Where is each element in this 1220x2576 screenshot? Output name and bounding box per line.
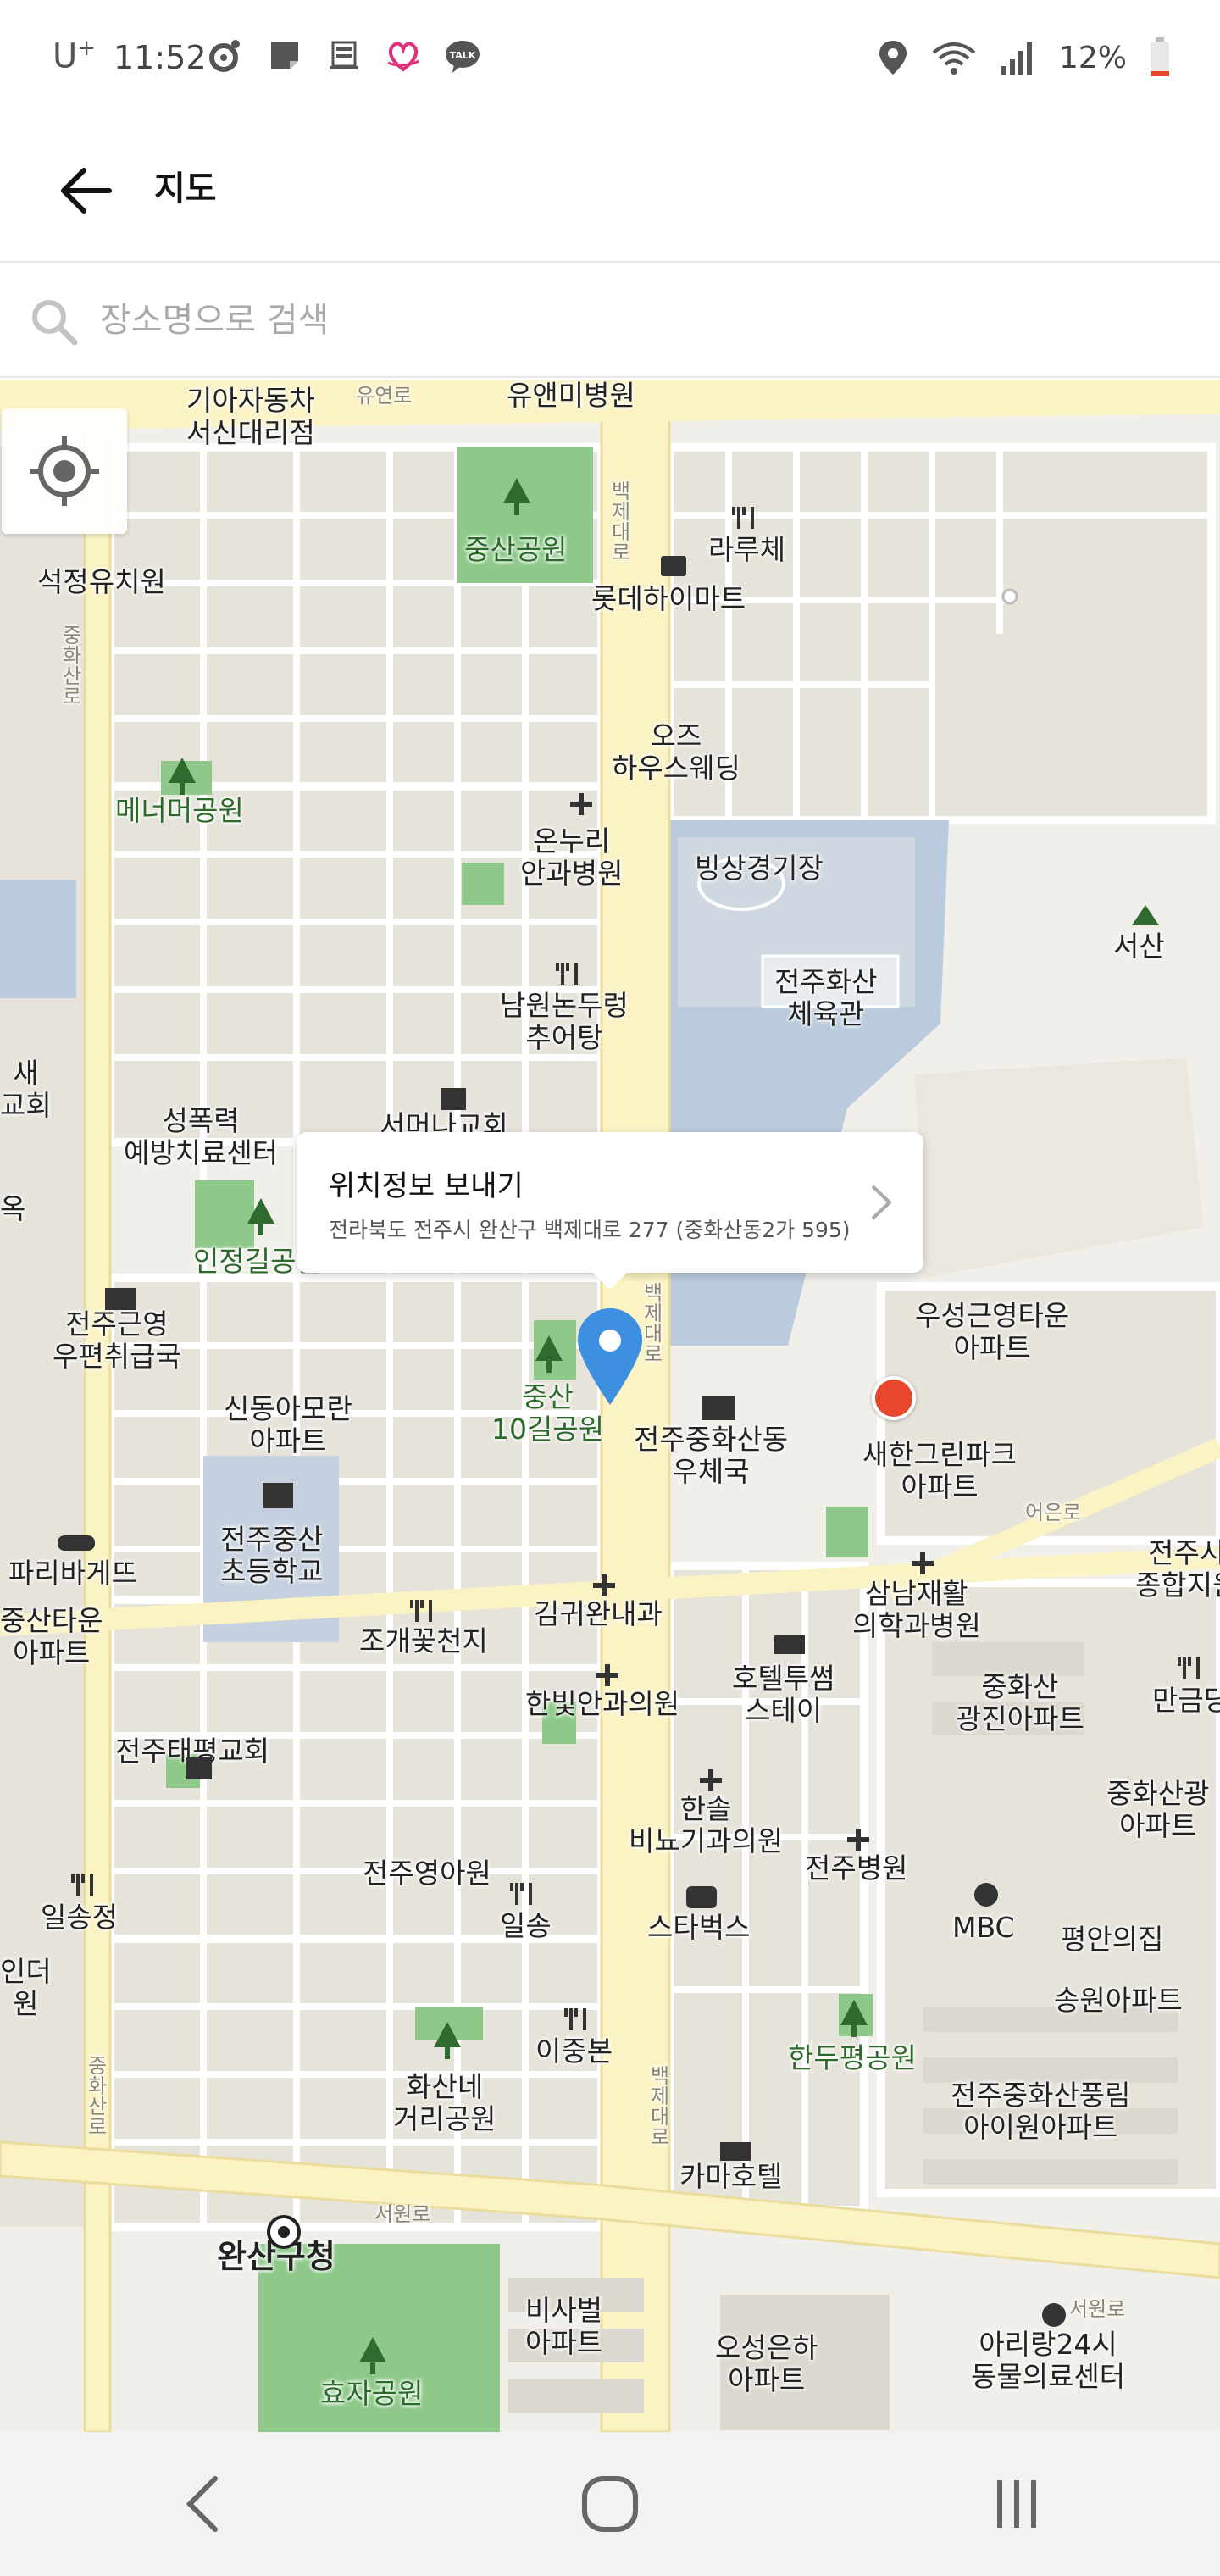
heart-icon — [387, 42, 419, 72]
hospital-icon — [593, 1574, 615, 1596]
church-icon — [441, 1088, 466, 1110]
tree-icon — [535, 1335, 563, 1373]
cafe-icon — [686, 1886, 717, 1908]
status-bar: U+ 11:52 TALK 12% — [0, 0, 1220, 119]
restaurant-icon — [1178, 1657, 1200, 1679]
post-icon — [702, 1396, 735, 1420]
hospital-icon — [596, 1664, 618, 1686]
restaurant-icon — [410, 1600, 432, 1622]
device-icon — [330, 41, 358, 69]
hospital-icon — [847, 1829, 869, 1851]
carrier-label: U+ — [53, 36, 97, 76]
school-icon — [263, 1483, 293, 1508]
tree-icon — [359, 2337, 386, 2374]
tree-icon — [247, 1198, 274, 1235]
pin-dot-icon — [1001, 588, 1018, 605]
system-nav-bar — [0, 2432, 1220, 2576]
wifi-icon — [932, 42, 976, 75]
restaurant-icon — [732, 507, 754, 529]
hospital-icon — [912, 1552, 934, 1574]
svg-text:TALK: TALK — [450, 50, 476, 61]
tree-icon — [840, 2000, 868, 2037]
map-view[interactable]: 기아자동차 서신대리점 유연로 유앤미병원 중산공원 라루체 롯데하이마트 석정… — [0, 380, 1220, 2432]
app-bar: 지도 — [0, 119, 1220, 263]
chevron-left-icon — [186, 2476, 218, 2532]
restaurant-icon — [556, 963, 578, 985]
government-icon — [267, 2215, 301, 2249]
callout-title: 위치정보 보내기 — [329, 1169, 524, 1203]
restaurant-icon — [564, 2008, 586, 2030]
broadcast-icon — [974, 1883, 998, 1907]
note-icon — [271, 42, 298, 69]
church-icon — [186, 1757, 212, 1779]
search-bar — [0, 264, 1220, 378]
battery-percent: 12% — [1058, 40, 1127, 75]
recents-icon — [997, 2480, 1036, 2528]
bakery-icon — [58, 1535, 95, 1551]
mountain-icon — [1132, 905, 1159, 925]
current-location-marker[interactable] — [872, 1376, 916, 1420]
status-right: 12% — [878, 37, 1171, 78]
search-input[interactable] — [100, 286, 1184, 354]
media-icon — [209, 40, 240, 72]
nav-recents-button[interactable] — [949, 2453, 1084, 2555]
post-icon — [105, 1288, 136, 1310]
hotel-icon — [720, 2142, 751, 2161]
location-icon — [879, 41, 907, 75]
hospital-icon — [700, 1769, 722, 1791]
tree-icon — [434, 2022, 461, 2059]
send-location-callout[interactable]: 위치정보 보내기 전라북도 전주시 완산구 백제대로 277 (중화산동2가 5… — [297, 1132, 923, 1290]
pet-icon — [1042, 2303, 1066, 2327]
kakaotalk-icon: TALK — [446, 41, 480, 73]
restaurant-icon — [71, 1874, 93, 1896]
arrow-left-icon — [61, 168, 112, 214]
notification-icons: TALK — [207, 37, 481, 75]
tree-icon — [503, 478, 530, 515]
hospital-icon — [570, 793, 592, 815]
hotel-icon — [774, 1635, 805, 1654]
status-time: 11:52 — [114, 39, 207, 76]
battery-icon — [1151, 37, 1169, 76]
search-icon — [32, 300, 78, 346]
back-button[interactable] — [47, 153, 124, 229]
callout-address: 전라북도 전주시 완산구 백제대로 277 (중화산동2가 595) — [329, 1218, 851, 1242]
shopping-icon — [661, 556, 686, 576]
restaurant-icon — [510, 1883, 532, 1905]
tree-icon — [169, 758, 196, 795]
chevron-right-icon — [871, 1185, 892, 1220]
page-title: 지도 — [154, 169, 217, 208]
signal-icon — [1001, 42, 1032, 75]
nav-back-button[interactable] — [136, 2453, 271, 2555]
nav-home-button[interactable] — [542, 2453, 678, 2555]
location-pin-icon[interactable] — [574, 1305, 646, 1407]
home-icon — [582, 2476, 638, 2532]
